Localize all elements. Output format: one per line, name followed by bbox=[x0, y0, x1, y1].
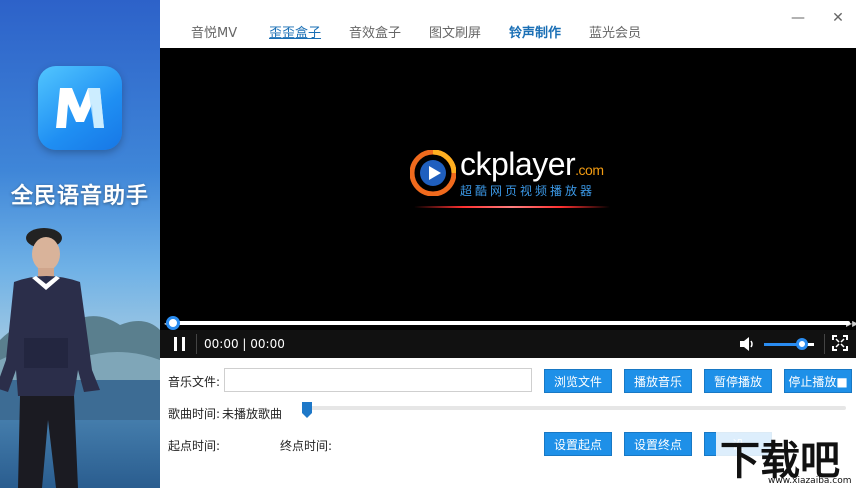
close-button[interactable]: ✕ bbox=[830, 10, 846, 26]
time-display: 00:00 | 00:00 bbox=[204, 337, 285, 351]
volume-slider[interactable] bbox=[764, 338, 814, 350]
logo-m-icon bbox=[56, 88, 104, 128]
start-time-label: 起点时间: bbox=[168, 439, 221, 453]
set-start-button[interactable]: 设置起点 bbox=[544, 432, 612, 456]
progress-bar[interactable] bbox=[166, 316, 850, 330]
song-position-handle[interactable] bbox=[302, 402, 312, 418]
volume-handle[interactable] bbox=[795, 338, 808, 350]
tab-bar: 音悦MV 歪歪盒子 音效盒子 图文刷屏 铃声制作 蓝光会员 — ✕ bbox=[160, 0, 856, 48]
tab-waiwai-box[interactable]: 歪歪盒子 bbox=[269, 22, 321, 41]
minimize-button[interactable]: — bbox=[790, 10, 806, 26]
song-time-label: 歌曲时间: bbox=[168, 407, 221, 421]
set-end-button[interactable]: 设置终点 bbox=[624, 432, 692, 456]
tab-image-text-spam[interactable]: 图文刷屏 bbox=[429, 22, 481, 41]
ckplayer-subtitle: 超酷网页视频播放器 bbox=[460, 184, 596, 198]
tab-yinyue-mv[interactable]: 音悦MV bbox=[191, 22, 237, 41]
tab-sound-effect-box[interactable]: 音效盒子 bbox=[349, 22, 401, 41]
end-time-label: 终点时间: bbox=[280, 439, 333, 453]
stop-play-button[interactable]: 停止播放■ bbox=[784, 369, 852, 393]
tab-bluray-member[interactable]: 蓝光会员 bbox=[589, 22, 641, 41]
app-window: 全民语音助手 音悦MV 歪歪盒子 音效盒子 图文刷屏 铃声制作 蓝光会员 — ✕… bbox=[0, 0, 856, 488]
divider bbox=[824, 334, 825, 354]
pause-play-button[interactable]: 暂停播放 bbox=[704, 369, 772, 393]
divider bbox=[196, 334, 197, 354]
pause-icon[interactable] bbox=[172, 335, 188, 353]
volume-icon[interactable] bbox=[738, 335, 756, 353]
fullscreen-icon[interactable] bbox=[832, 335, 848, 351]
tab-ringtone-maker[interactable]: 铃声制作 bbox=[509, 22, 561, 41]
browse-file-button[interactable]: 浏览文件 bbox=[544, 369, 612, 393]
song-position-slider[interactable] bbox=[302, 406, 846, 410]
watermark: 下载吧 www.xiazaiba.com bbox=[716, 428, 856, 488]
progress-handle[interactable] bbox=[166, 316, 180, 330]
ckplayer-logo: ckplayer.com 超酷网页视频播放器 bbox=[408, 146, 618, 212]
control-bar: 00:00 | 00:00 bbox=[160, 330, 856, 358]
ckplayer-brand-name: ckplayer bbox=[460, 146, 576, 182]
person-photo bbox=[0, 228, 100, 488]
video-player[interactable]: ckplayer.com 超酷网页视频播放器 ◀◀ ▶▶ 00:00 | 00:… bbox=[160, 48, 856, 358]
ckplayer-brand: ckplayer.com bbox=[460, 146, 604, 183]
music-file-label: 音乐文件: bbox=[168, 375, 221, 389]
music-file-input[interactable] bbox=[224, 368, 532, 392]
ckplayer-brand-suffix: .com bbox=[575, 162, 604, 178]
play-music-button[interactable]: 播放音乐 bbox=[624, 369, 692, 393]
app-logo bbox=[38, 66, 122, 150]
sidebar: 全民语音助手 bbox=[0, 0, 160, 488]
ckplayer-play-icon bbox=[410, 150, 456, 196]
watermark-url: www.xiazaiba.com bbox=[768, 476, 852, 486]
ckplayer-underline bbox=[414, 206, 610, 208]
song-time-value: 未播放歌曲 bbox=[222, 407, 283, 421]
app-name: 全民语音助手 bbox=[10, 184, 149, 209]
